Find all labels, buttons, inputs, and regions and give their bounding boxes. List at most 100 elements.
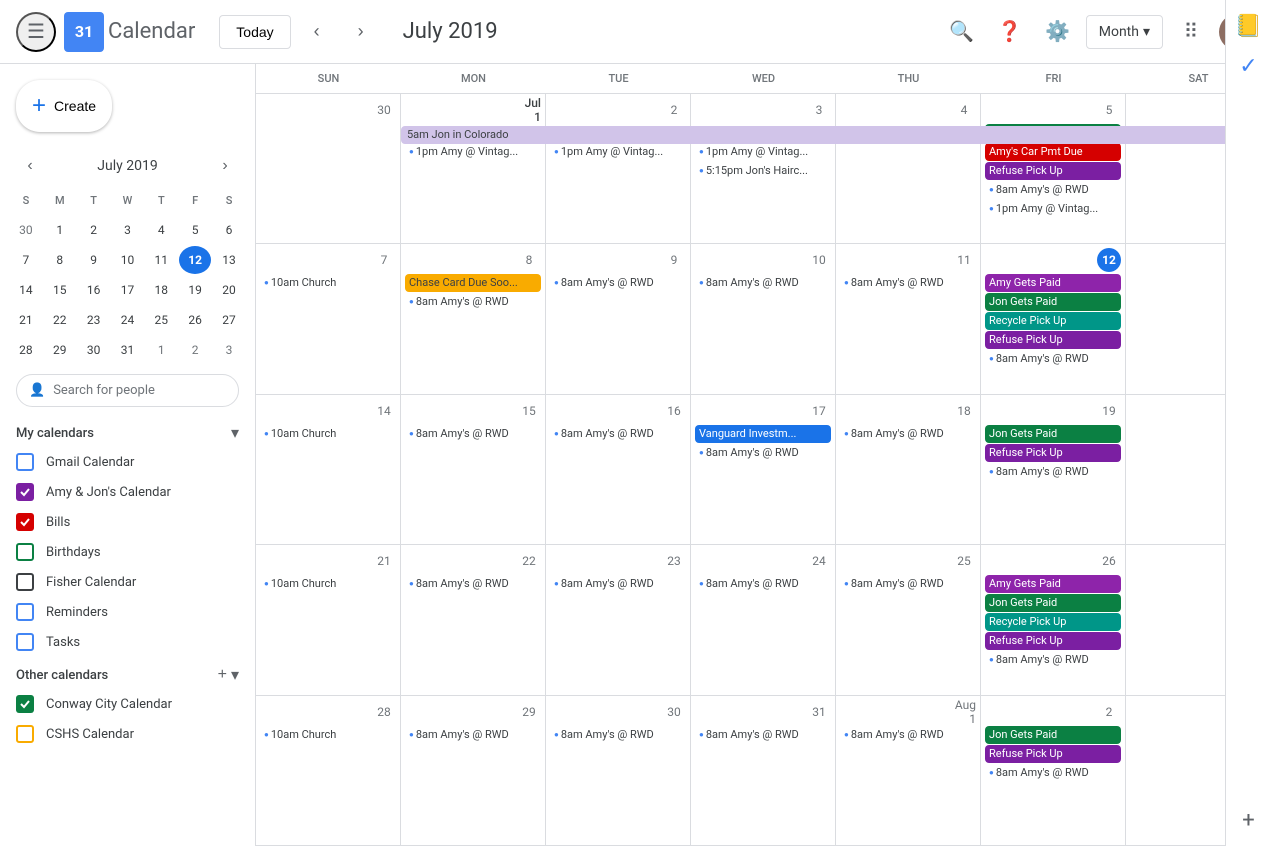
add-other-calendar-button[interactable]: + [218, 665, 227, 685]
calendar-day[interactable]: 19Jon Gets PaidRefuse Pick Up8am Amy's @… [981, 395, 1126, 544]
calendar-event[interactable]: Amy Gets Paid [985, 575, 1121, 593]
calendar-event[interactable]: Jon Gets Paid [985, 425, 1121, 443]
calendar-event[interactable]: Refuse Pick Up [985, 745, 1121, 763]
mini-cal-day[interactable]: 6 [213, 216, 245, 244]
span-event-jon-colorado[interactable]: 5am Jon in Colorado [401, 126, 1271, 144]
mini-cal-day[interactable]: 17 [112, 276, 144, 304]
calendar-item[interactable]: Gmail Calendar [0, 447, 255, 477]
calendar-event[interactable]: 10am Church [260, 726, 396, 744]
calendar-event[interactable]: Jon Gets Paid [985, 726, 1121, 744]
other-calendars-toggle[interactable]: ▾ [231, 665, 239, 685]
calendar-event[interactable]: Recycle Pick Up [985, 312, 1121, 330]
my-calendars-toggle[interactable]: ▾ [231, 423, 239, 443]
menu-button[interactable]: ☰ [16, 12, 56, 52]
calendar-day[interactable]: 28am Amy's @ RWD1pm Amy @ Vintag... [546, 94, 691, 243]
calendar-day[interactable]: 4 [836, 94, 981, 243]
help-button[interactable]: ❓ [990, 12, 1030, 52]
mini-cal-day[interactable]: 18 [145, 276, 177, 304]
mini-cal-day[interactable]: 7 [10, 246, 42, 274]
calendar-event[interactable]: 8am Amy's @ RWD [840, 726, 976, 744]
mini-cal-day[interactable]: 22 [44, 306, 76, 334]
calendar-event[interactable]: 8am Amy's @ RWD [840, 274, 976, 292]
calendar-event[interactable]: Vanguard Investm... [695, 425, 831, 443]
calendar-day[interactable]: 228am Amy's @ RWD [401, 545, 546, 694]
calendar-day[interactable]: 26Amy Gets PaidJon Gets PaidRecycle Pick… [981, 545, 1126, 694]
calendar-event[interactable]: Jon Gets Paid [985, 293, 1121, 311]
mini-cal-day[interactable]: 9 [78, 246, 110, 274]
calendar-checkbox[interactable] [16, 603, 34, 621]
calendar-event[interactable]: 8am Amy's @ RWD [840, 575, 976, 593]
mini-cal-day[interactable]: 10 [112, 246, 144, 274]
mini-cal-day[interactable]: 8 [44, 246, 76, 274]
mini-cal-day[interactable]: 1 [145, 336, 177, 364]
right-icon-2[interactable]: ✓ [1231, 64, 1267, 84]
calendar-checkbox[interactable] [16, 483, 34, 501]
calendar-event[interactable]: 8am Amy's @ RWD [695, 274, 831, 292]
mini-cal-day[interactable]: 26 [179, 306, 211, 334]
calendar-day[interactable]: 298am Amy's @ RWD [401, 696, 546, 845]
calendar-day[interactable]: Aug 18am Amy's @ RWD [836, 696, 981, 845]
calendar-event[interactable]: Recycle Pick Up [985, 613, 1121, 631]
mini-cal-day[interactable]: 27 [213, 306, 245, 334]
calendar-event[interactable]: Amy's Car Pmt Due [985, 143, 1121, 161]
calendar-event[interactable]: 8am Amy's @ RWD [550, 274, 686, 292]
calendar-event[interactable]: Refuse Pick Up [985, 444, 1121, 462]
mini-cal-day[interactable]: 20 [213, 276, 245, 304]
calendar-day[interactable]: Jul 18am Amy's @ RWD1pm Amy @ Vintag... [401, 94, 546, 243]
calendar-event[interactable]: 8am Amy's @ RWD [985, 764, 1121, 782]
calendar-event[interactable]: 8am Amy's @ RWD [550, 726, 686, 744]
mini-next-button[interactable]: › [211, 152, 239, 180]
calendar-item[interactable]: Bills [0, 507, 255, 537]
today-button[interactable]: Today [219, 15, 290, 49]
calendar-item[interactable]: CSHS Calendar [0, 719, 255, 749]
calendar-event[interactable]: 1pm Amy @ Vintag... [405, 143, 541, 161]
view-mode-dropdown[interactable]: Month ▾ [1086, 15, 1163, 49]
mini-cal-day[interactable]: 12 [179, 246, 211, 274]
calendar-day[interactable]: 108am Amy's @ RWD [691, 244, 836, 393]
calendar-event[interactable]: 1pm Amy @ Vintag... [695, 143, 831, 161]
calendar-day[interactable]: 248am Amy's @ RWD [691, 545, 836, 694]
calendar-checkbox[interactable] [16, 633, 34, 651]
calendar-checkbox[interactable] [16, 695, 34, 713]
calendar-day[interactable]: 188am Amy's @ RWD [836, 395, 981, 544]
calendar-event[interactable]: 8am Amy's @ RWD [695, 444, 831, 462]
mini-cal-day[interactable]: 30 [10, 216, 42, 244]
calendar-event[interactable]: Refuse Pick Up [985, 331, 1121, 349]
calendar-event[interactable]: 10am Church [260, 274, 396, 292]
calendar-day[interactable]: 258am Amy's @ RWD [836, 545, 981, 694]
mini-cal-day[interactable]: 2 [179, 336, 211, 364]
calendar-day[interactable]: 2810am Church [256, 696, 401, 845]
calendar-day[interactable]: 308am Amy's @ RWD [546, 696, 691, 845]
mini-cal-day[interactable]: 11 [145, 246, 177, 274]
calendar-event[interactable]: 1pm Amy @ Vintag... [985, 200, 1121, 218]
mini-cal-day[interactable]: 3 [112, 216, 144, 244]
calendar-event[interactable]: 8am Amy's @ RWD [405, 726, 541, 744]
mini-cal-day[interactable]: 19 [179, 276, 211, 304]
calendar-item[interactable]: Fisher Calendar [0, 567, 255, 597]
calendar-event[interactable]: 10am Church [260, 575, 396, 593]
mini-cal-day[interactable]: 23 [78, 306, 110, 334]
calendar-event[interactable]: 8am Amy's @ RWD [405, 575, 541, 593]
calendar-event[interactable]: 8am Amy's @ RWD [985, 463, 1121, 481]
mini-cal-day[interactable]: 1 [44, 216, 76, 244]
calendar-item[interactable]: Tasks [0, 627, 255, 657]
calendar-checkbox[interactable] [16, 573, 34, 591]
calendar-day[interactable]: 158am Amy's @ RWD [401, 395, 546, 544]
calendar-item[interactable]: Conway City Calendar [0, 689, 255, 719]
mini-prev-button[interactable]: ‹ [16, 152, 44, 180]
calendar-day[interactable]: 5Jon Gets PaidAmy's Car Pmt DueRefuse Pi… [981, 94, 1126, 243]
mini-cal-day[interactable]: 16 [78, 276, 110, 304]
apps-button[interactable]: ⠿ [1171, 12, 1211, 52]
mini-cal-day[interactable]: 5 [179, 216, 211, 244]
calendar-event[interactable]: Jon Gets Paid [985, 594, 1121, 612]
right-icon-add[interactable]: + [1231, 802, 1267, 838]
mini-cal-day[interactable]: 21 [10, 306, 42, 334]
calendar-day[interactable]: 710am Church [256, 244, 401, 393]
mini-cal-day[interactable]: 13 [213, 246, 245, 274]
next-month-button[interactable]: › [343, 14, 379, 50]
prev-month-button[interactable]: ‹ [299, 14, 335, 50]
calendar-day[interactable]: 2110am Church [256, 545, 401, 694]
mini-cal-day[interactable]: 15 [44, 276, 76, 304]
calendar-event[interactable]: 8am Amy's @ RWD [550, 575, 686, 593]
calendar-day[interactable]: 38am Amy's @ RWD1pm Amy @ Vintag...5:15p… [691, 94, 836, 243]
